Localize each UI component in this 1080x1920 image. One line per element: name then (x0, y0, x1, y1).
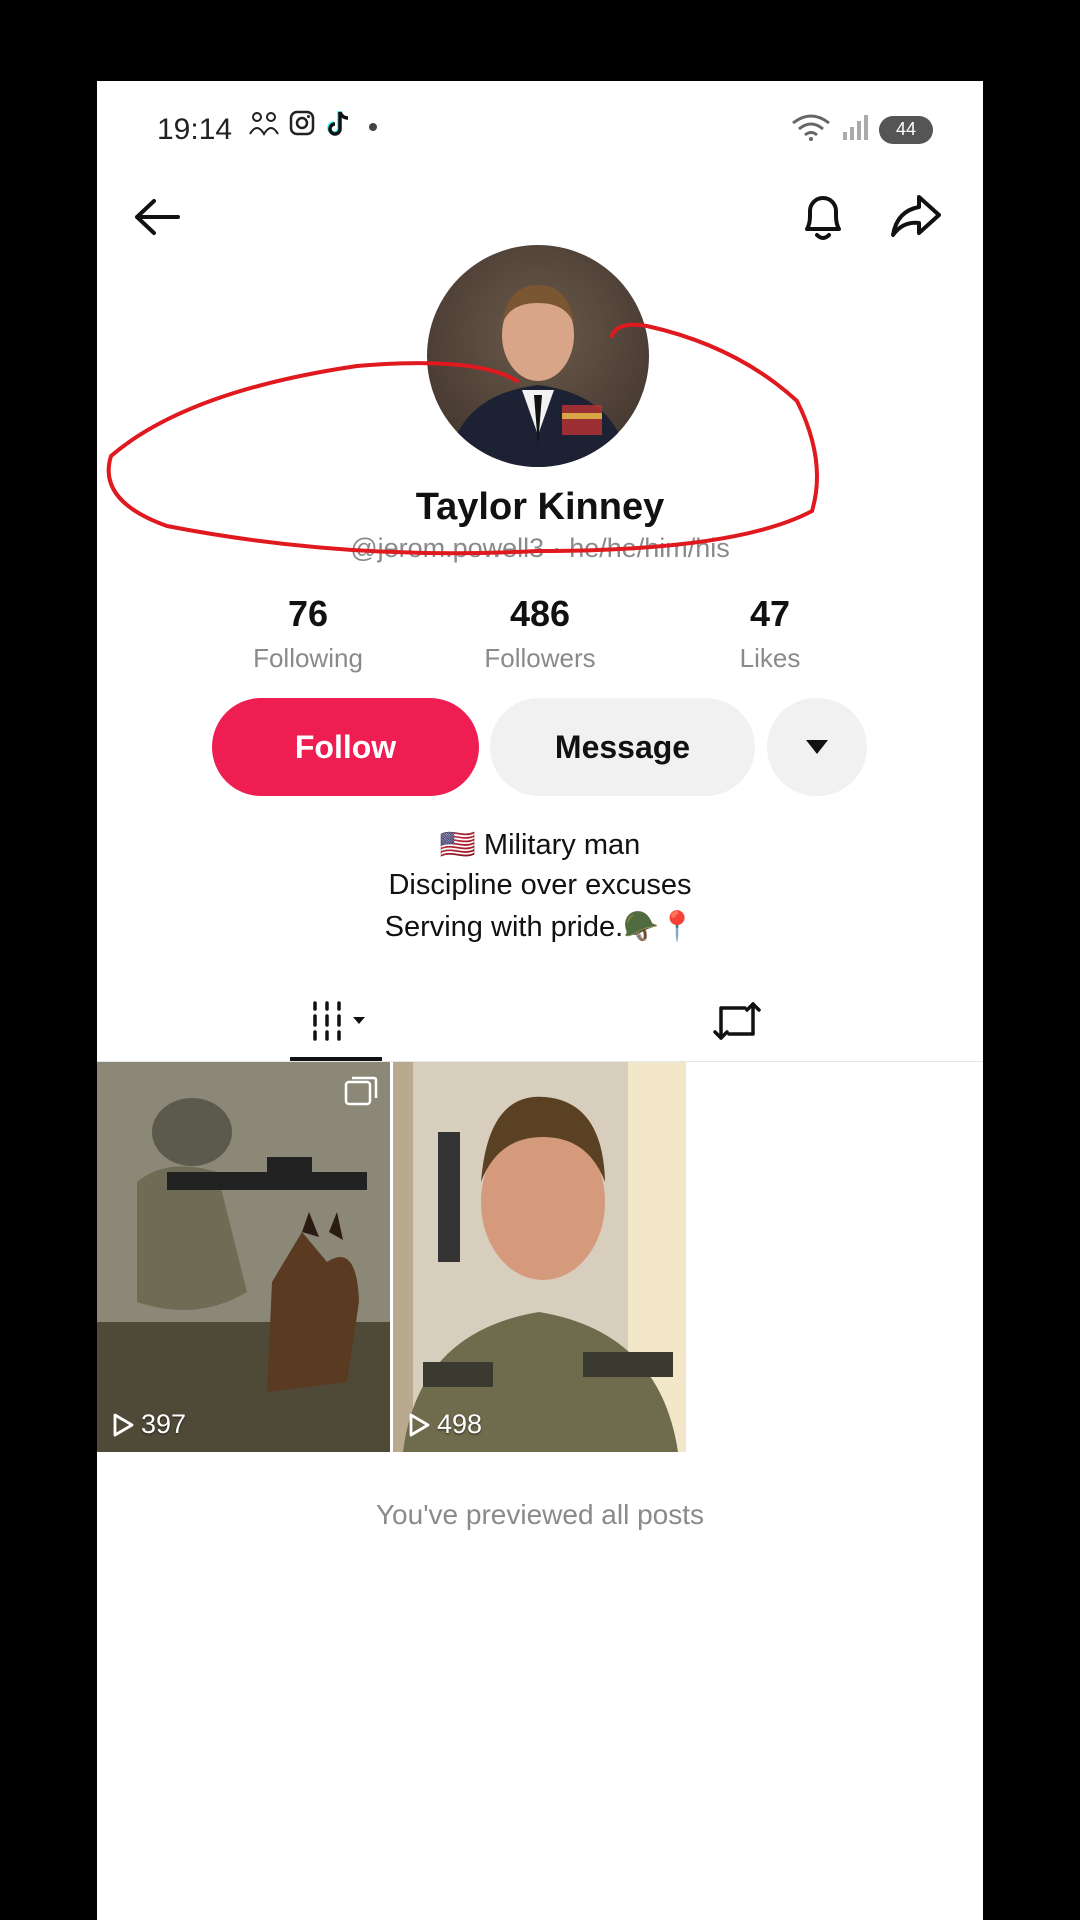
play-icon (113, 1413, 134, 1436)
active-tab-indicator (290, 1057, 382, 1061)
tab-reposts[interactable] (697, 981, 777, 1061)
more-options-button[interactable] (767, 698, 867, 796)
post-thumbnail[interactable]: 498 (393, 1062, 686, 1452)
notification-icons (249, 109, 377, 144)
share-icon (891, 195, 941, 237)
handle-separator: · (552, 533, 562, 563)
message-button[interactable]: Message (490, 698, 755, 796)
wifi-icon (791, 113, 831, 146)
view-count-value: 397 (141, 1409, 187, 1439)
bio-line: Discipline over excuses (388, 869, 692, 901)
people-icon (249, 110, 279, 143)
post-image (393, 1062, 686, 1452)
stat-following[interactable]: 76 Following (218, 593, 398, 674)
battery-indicator: 44 (879, 115, 933, 144)
stat-value: 47 (749, 593, 791, 634)
stat-label: Likes (739, 643, 801, 673)
profile-pronouns: he/he/him/his (569, 533, 730, 563)
repost-icon (713, 1002, 761, 1040)
post-image (97, 1062, 390, 1452)
instagram-icon (289, 110, 315, 143)
view-count-value: 498 (437, 1409, 483, 1439)
share-button[interactable] (886, 187, 946, 247)
avatar-image (447, 285, 629, 467)
stat-likes[interactable]: 47 Likes (680, 593, 860, 674)
bio-line: Serving with pride.🪖📍 (384, 911, 696, 943)
status-bar: 19:14 44 (97, 81, 983, 177)
phone-screen: 19:14 44 Taylor Kinney @jerom.powell3 · … (97, 81, 983, 1920)
profile-handle-line: @jerom.powell3 · he/he/him/his (97, 533, 983, 564)
triangle-down-icon (806, 740, 828, 754)
stat-value: 76 (287, 593, 329, 634)
stat-label: Followers (484, 643, 596, 673)
profile-tabs (97, 981, 983, 1062)
signal-icon (841, 114, 869, 145)
status-time: 19:14 (157, 113, 233, 146)
bio-line: 🇺🇸 Military man (439, 829, 641, 861)
tiktok-icon (325, 109, 351, 144)
follow-button[interactable]: Follow (212, 698, 479, 796)
profile-avatar[interactable] (427, 245, 649, 467)
stat-value: 486 (509, 593, 571, 634)
view-count: 397 (111, 1409, 186, 1440)
profile-display-name: Taylor Kinney (415, 486, 665, 528)
profile-username: @jerom.powell3 (350, 533, 545, 563)
tab-videos[interactable] (297, 981, 387, 1061)
stat-label: Following (253, 643, 363, 673)
bell-icon (805, 196, 841, 240)
end-of-posts-note: You've previewed all posts (375, 1499, 705, 1530)
notification-bell-button[interactable] (793, 187, 853, 247)
play-icon (409, 1413, 430, 1436)
multi-photo-icon (344, 1076, 378, 1106)
grid-icon (313, 1001, 365, 1041)
back-button[interactable] (127, 187, 187, 247)
arrow-left-icon (135, 199, 180, 235)
status-right: 44 (791, 113, 933, 146)
post-thumbnail[interactable]: 397 (97, 1062, 390, 1452)
more-notifications-dot (369, 122, 377, 131)
stat-followers[interactable]: 486 Followers (450, 593, 630, 674)
view-count: 498 (407, 1409, 482, 1440)
